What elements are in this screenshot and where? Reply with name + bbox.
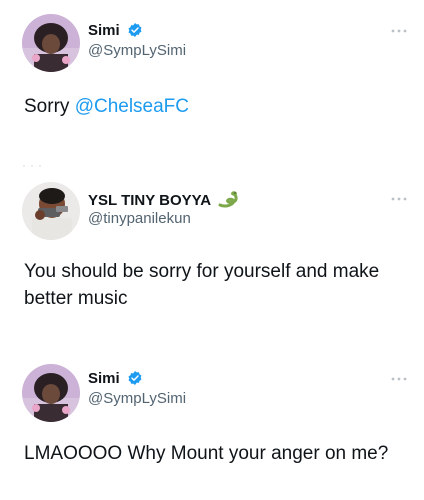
tweet-text: LMAOOOO Why Mount your anger on me? [24, 443, 389, 464]
tweet-1: Simi @SympLySimi Sorry @ChelseaFC [0, 0, 424, 167]
snake-emoji-icon [218, 190, 240, 213]
display-name-text[interactable]: Simi [88, 22, 120, 39]
tweet-2: YSL TINY BOYYA @tinypanilekun You should… [0, 170, 424, 330]
mention-link[interactable]: @ChelseaFC [75, 96, 189, 117]
avatar[interactable] [22, 364, 80, 422]
display-name-text[interactable]: YSL TINY BOYYA [88, 192, 211, 209]
more-options-icon[interactable] [390, 196, 408, 202]
user-handle[interactable]: @SympLySimi [88, 42, 186, 60]
more-options-icon[interactable] [390, 376, 408, 382]
display-name-text[interactable]: Simi [88, 370, 120, 387]
avatar[interactable] [22, 14, 80, 72]
more-options-icon[interactable] [390, 28, 408, 34]
divider [22, 155, 48, 167]
verified-badge-icon [127, 370, 143, 391]
tweet-text: Sorry @ChelseaFC [24, 93, 404, 120]
tweet-3: Simi @SympLySimi LMAOOOO Why Mount your … [0, 354, 424, 500]
display-name[interactable]: Simi [88, 22, 143, 43]
tweet-text: You should be sorry for yourself and mak… [24, 261, 380, 309]
display-name[interactable]: Simi [88, 370, 143, 391]
avatar[interactable] [22, 182, 80, 240]
user-handle[interactable]: @tinypanilekun [88, 210, 191, 228]
user-handle[interactable]: @SympLySimi [88, 390, 186, 408]
tweet-text-prefix: Sorry [24, 96, 75, 117]
verified-badge-icon [127, 22, 143, 43]
